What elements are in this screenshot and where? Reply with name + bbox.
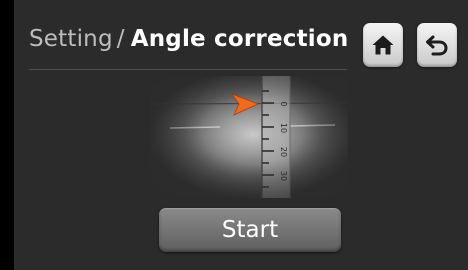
scale-label-20: 20 xyxy=(279,147,288,157)
scale-label-0: 0 xyxy=(279,101,288,106)
page-header: Setting / Angle correction xyxy=(29,26,348,66)
back-arrow-icon xyxy=(426,35,448,56)
camera-preview: 0 10 20 30 xyxy=(150,76,348,198)
home-button[interactable] xyxy=(363,23,403,67)
home-icon xyxy=(372,35,394,55)
start-button[interactable]: Start xyxy=(159,208,341,252)
marker-arrow-icon xyxy=(230,93,260,116)
settings-panel: Setting / Angle correction 0 10 20 30 St… xyxy=(14,0,468,270)
breadcrumb-parent[interactable]: Setting xyxy=(29,26,113,52)
breadcrumb-separator: / xyxy=(116,26,125,52)
calibration-image: 0 10 20 30 xyxy=(150,76,348,198)
page-title: Angle correction xyxy=(130,26,349,52)
device-screen: Setting / Angle correction 0 10 20 30 St… xyxy=(0,0,468,270)
scale-label-30: 30 xyxy=(279,171,288,181)
scale-label-10: 10 xyxy=(279,123,288,133)
header-divider xyxy=(29,69,347,70)
back-button[interactable] xyxy=(417,23,457,67)
